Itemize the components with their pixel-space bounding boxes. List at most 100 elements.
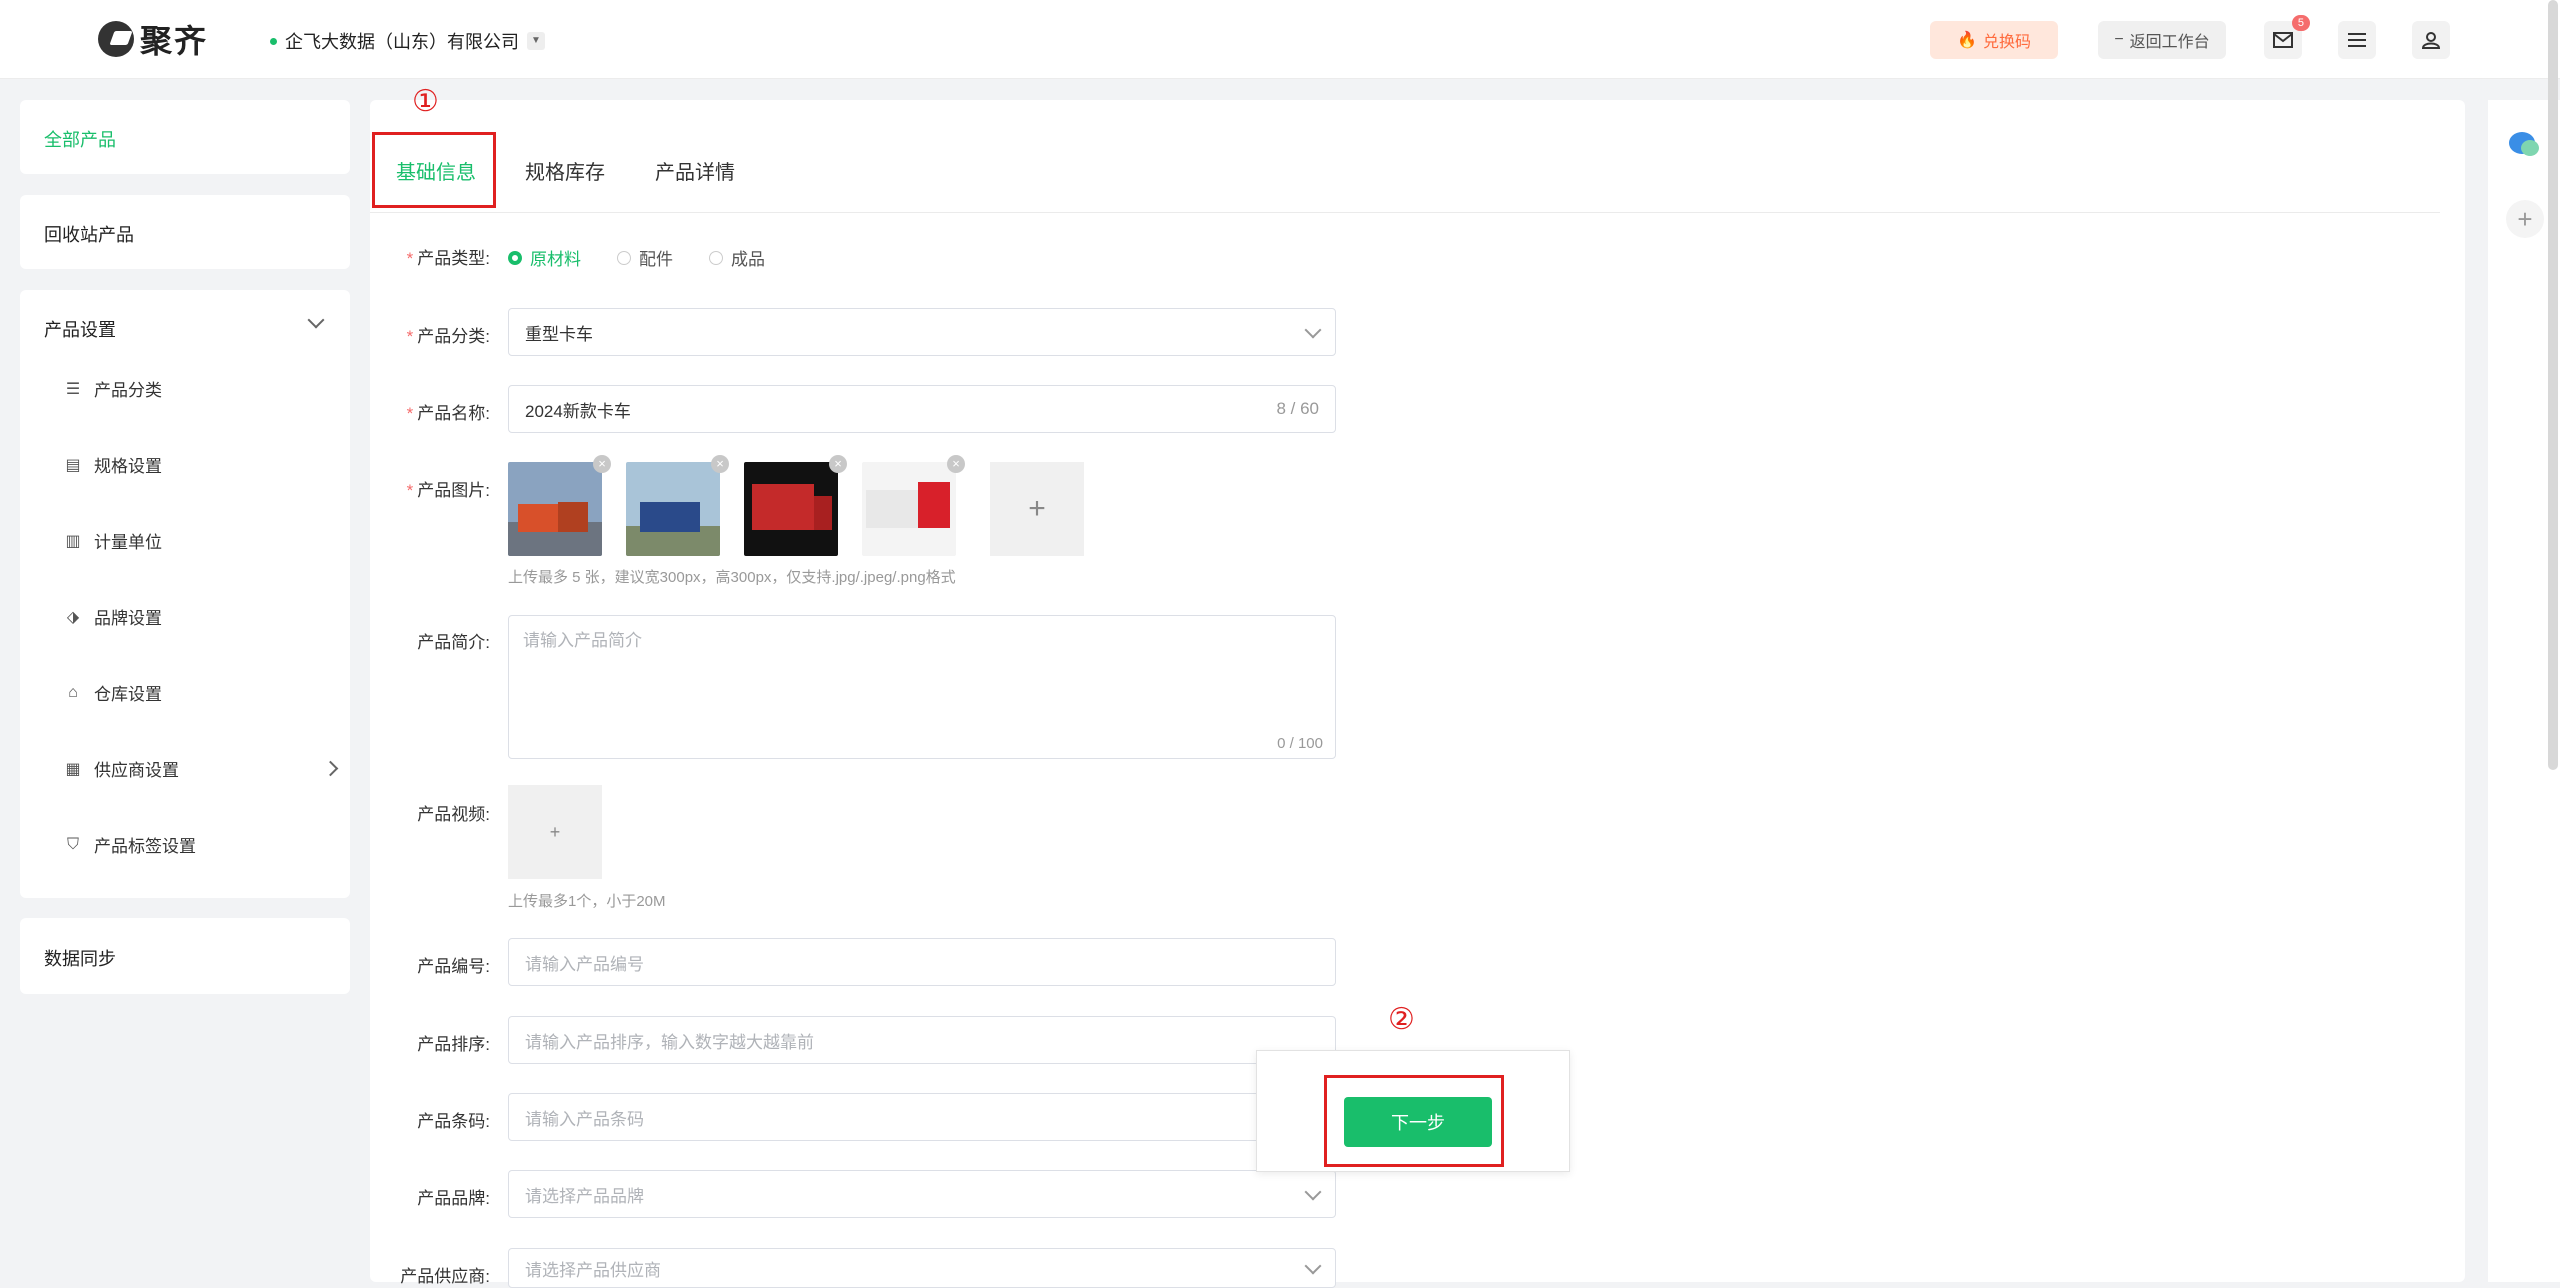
intro-label: 产品简介:: [417, 633, 490, 652]
brand-label: 产品品牌:: [417, 1189, 490, 1208]
sidebar-label: 产品设置: [44, 320, 116, 340]
upload-image-button[interactable]: +: [990, 462, 1084, 556]
sidebar-item-data-sync[interactable]: 数据同步: [20, 918, 350, 994]
barcode-label: 产品条码:: [417, 1112, 490, 1131]
remove-image-3-icon[interactable]: ×: [829, 455, 847, 473]
name-label: * 产品名称:: [406, 404, 490, 423]
remove-image-4-icon[interactable]: ×: [947, 455, 965, 473]
next-step-button[interactable]: 下一步: [1344, 1097, 1492, 1147]
sidebar-label: 仓库设置: [94, 685, 162, 704]
sidebar-item-tags[interactable]: ⛉ 产品标签设置: [64, 832, 196, 857]
back-workspace-label: 返回工作台: [2129, 34, 2210, 51]
sidebar-item-category[interactable]: ☰ 产品分类: [64, 376, 162, 401]
company-name: 企飞大数据（山东）有限公司: [285, 32, 519, 52]
plus-icon: +: [549, 821, 561, 842]
menu-button[interactable]: [2338, 21, 2376, 59]
fire-icon: 🔥: [1957, 32, 1977, 49]
sidebar-label: 品牌设置: [94, 609, 162, 628]
company-switcher[interactable]: 企飞大数据（山东）有限公司 ▼: [270, 28, 545, 54]
sidebar-item-spec[interactable]: ▤ 规格设置: [64, 452, 162, 477]
product-name-input[interactable]: 2024新款卡车 8 / 60: [508, 385, 1336, 433]
sort-placeholder: 请输入产品排序，输入数字越大越靠前: [525, 1032, 814, 1052]
top-bar: 聚齐 企飞大数据（山东）有限公司 ▼ 🔥 兑换码 − 返回工作台 5: [0, 0, 2560, 79]
name-value: 2024新款卡车: [525, 401, 631, 421]
redeem-code-button[interactable]: 🔥 兑换码: [1930, 21, 2058, 59]
sidebar-item-recycle[interactable]: 回收站产品: [20, 195, 350, 269]
user-icon: [2422, 32, 2440, 49]
video-hint: 上传最多1个，小于20M: [508, 893, 666, 910]
radio-raw-material[interactable]: 原材料: [508, 245, 581, 270]
mail-badge: 5: [2291, 15, 2310, 31]
caret-down-icon[interactable]: ▼: [527, 32, 545, 50]
mail-icon: [2273, 32, 2293, 48]
image-hint: 上传最多 5 张，建议宽300px，高300px，仅支持.jpg/.jpeg/.…: [508, 569, 956, 586]
product-sort-input[interactable]: 请输入产品排序，输入数字越大越靠前: [508, 1016, 1336, 1064]
product-image-1[interactable]: [508, 462, 602, 556]
category-label: * 产品分类:: [406, 327, 490, 346]
spec-icon: ▤: [65, 456, 81, 474]
product-code-input[interactable]: 请输入产品编号: [508, 938, 1336, 986]
remove-image-2-icon[interactable]: ×: [711, 455, 729, 473]
back-to-workspace-button[interactable]: − 返回工作台: [2098, 21, 2226, 59]
supplier-icon: ▦: [65, 760, 81, 778]
intro-textarea[interactable]: 请输入产品简介 0 / 100: [508, 615, 1336, 759]
supplier-select[interactable]: 请选择产品供应商: [508, 1248, 1336, 1288]
product-image-4[interactable]: [862, 462, 956, 556]
tab-basic-info[interactable]: 基础信息: [396, 156, 476, 185]
type-label: * 产品类型:: [406, 249, 490, 268]
supplier-placeholder: 请选择产品供应商: [525, 1260, 661, 1280]
minus-icon: −: [2114, 31, 2124, 48]
add-icon[interactable]: +: [2506, 200, 2544, 238]
remove-image-1-icon[interactable]: ×: [593, 455, 611, 473]
sidebar-item-brand[interactable]: ⬗ 品牌设置: [64, 604, 162, 629]
radio-accessory[interactable]: 配件: [617, 245, 673, 270]
sidebar-label: 规格设置: [94, 457, 162, 476]
plus-icon: +: [1028, 492, 1046, 525]
user-button[interactable]: [2412, 21, 2450, 59]
code-placeholder: 请输入产品编号: [525, 954, 644, 974]
list-icon: ☰: [65, 380, 81, 398]
menu-icon: [2348, 33, 2366, 47]
upload-video-button[interactable]: +: [508, 785, 602, 879]
sidebar-label: 产品分类: [94, 381, 162, 400]
product-image-3[interactable]: [744, 462, 838, 556]
logo-text: 聚齐: [140, 23, 209, 59]
supplier-label: 产品供应商:: [400, 1267, 490, 1286]
status-dot: [270, 37, 277, 45]
category-select[interactable]: 重型卡车: [508, 308, 1336, 356]
tag-icon: ⬗: [66, 608, 80, 626]
brand-select[interactable]: 请选择产品品牌: [508, 1170, 1336, 1218]
sort-label: 产品排序:: [417, 1035, 490, 1054]
sidebar-label: 回收站产品: [44, 225, 134, 245]
sidebar-label: 全部产品: [44, 130, 116, 150]
settings-group-header[interactable]: 产品设置: [20, 290, 350, 350]
warehouse-icon: ⌂: [68, 683, 78, 701]
unit-icon: ▥: [65, 532, 81, 550]
chevron-down-icon: [1304, 1257, 1322, 1274]
sidebar-item-warehouse[interactable]: ⌂ 仓库设置: [64, 680, 162, 705]
sidebar-label: 数据同步: [44, 949, 116, 969]
tabs-divider: [370, 212, 2440, 213]
sidebar-item-unit[interactable]: ▥ 计量单位: [64, 528, 162, 553]
product-barcode-input[interactable]: 请输入产品条码: [508, 1093, 1336, 1141]
mail-button[interactable]: 5: [2264, 15, 2310, 59]
tab-product-detail[interactable]: 产品详情: [655, 156, 735, 185]
sidebar-label: 产品标签设置: [94, 837, 196, 856]
redeem-label: 兑换码: [1982, 34, 2031, 51]
chevron-down-icon: [1304, 1183, 1322, 1200]
product-image-2[interactable]: [626, 462, 720, 556]
category-value: 重型卡车: [525, 324, 593, 344]
page-scrollbar[interactable]: [2548, 0, 2558, 770]
logo[interactable]: 聚齐: [98, 16, 208, 62]
video-label: 产品视频:: [417, 805, 490, 824]
chat-icon[interactable]: [2508, 130, 2540, 160]
chevron-down-icon: [307, 311, 325, 329]
chevron-down-icon: [1304, 321, 1322, 338]
radio-finished[interactable]: 成品: [709, 245, 765, 270]
sidebar-item-supplier[interactable]: ▦ 供应商设置: [64, 756, 339, 781]
sidebar-item-all-products[interactable]: 全部产品: [20, 100, 350, 174]
name-char-count: 8 / 60: [1276, 399, 1319, 418]
step1-annotation: ①: [412, 85, 439, 118]
intro-placeholder: 请输入产品简介: [523, 631, 642, 650]
tab-spec-stock[interactable]: 规格库存: [525, 156, 605, 185]
